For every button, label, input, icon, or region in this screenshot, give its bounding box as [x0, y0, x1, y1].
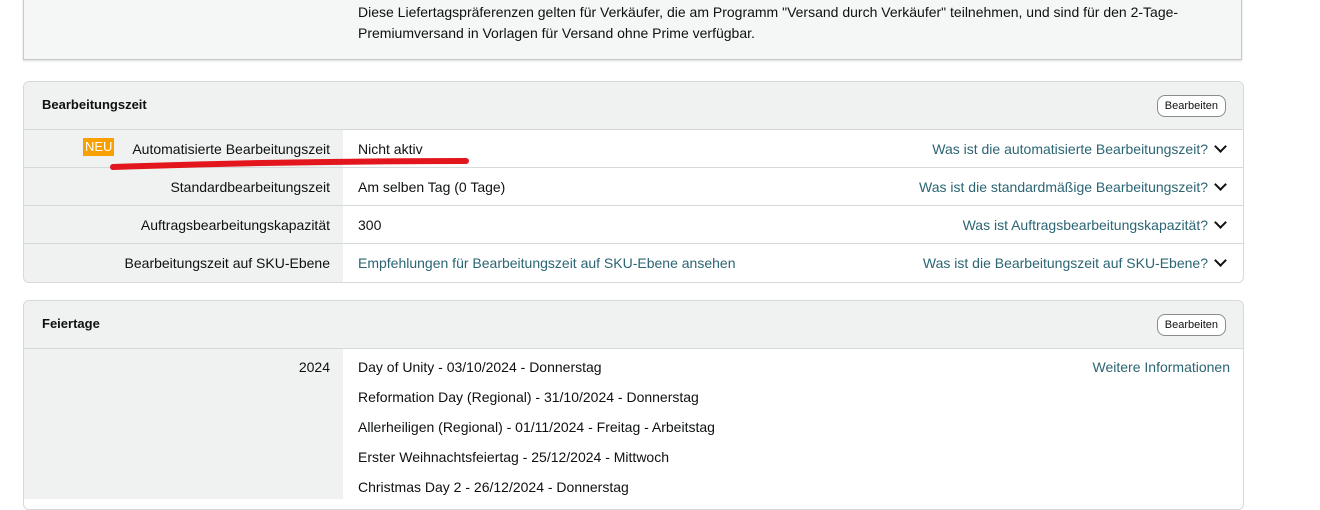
list-item: Allerheiligen (Regional) - 01/11/2024 - …	[358, 419, 715, 435]
default-processing-label: Standardbearbeitungszeit	[170, 179, 330, 195]
order-capacity-label: Auftragsbearbeitungskapazität	[140, 217, 330, 233]
holidays-header: Feiertage Bearbeiten	[24, 301, 1243, 349]
holiday-year: 2024	[298, 359, 330, 375]
default-processing-help-text: Was ist die standardmäßige Bearbeitungsz…	[919, 179, 1208, 195]
row-label-cell: Bearbeitungszeit auf SKU-Ebene	[24, 244, 343, 282]
row-default-processing: Standardbearbeitungszeit Am selben Tag (…	[24, 168, 1243, 206]
automated-processing-label: Automatisierte Bearbeitungszeit	[132, 141, 330, 157]
info-text: Diese Liefertagspräferenzen gelten für V…	[358, 4, 1179, 41]
holidays-edit-button[interactable]: Bearbeiten	[1156, 314, 1226, 336]
row-label-cell: Auftragsbearbeitungskapazität	[24, 206, 343, 243]
row-order-capacity: Auftragsbearbeitungskapazität 300 Was is…	[24, 206, 1243, 244]
info-box: Diese Liefertagspräferenzen gelten für V…	[23, 0, 1242, 60]
list-item: Erster Weihnachtsfeiertag - 25/12/2024 -…	[358, 449, 670, 465]
processing-edit-button[interactable]: Bearbeiten	[1156, 95, 1226, 117]
row-label-cell: Standardbearbeitungszeit	[24, 168, 343, 205]
holidays-title: Feiertage	[42, 316, 100, 331]
processing-time-header: Bearbeitungszeit Bearbeiten	[24, 82, 1243, 130]
automated-processing-value: Nicht aktiv	[358, 141, 423, 157]
list-item: Christmas Day 2 - 26/12/2024 - Donnersta…	[358, 479, 629, 495]
row-sku-processing: Bearbeitungszeit auf SKU-Ebene Empfehlun…	[24, 244, 1243, 282]
row-label-cell: NEU Automatisierte Bearbeitungszeit	[24, 130, 343, 167]
automated-processing-help-text: Was ist die automatisierte Bearbeitungsz…	[932, 141, 1208, 157]
sku-processing-label: Bearbeitungszeit auf SKU-Ebene	[124, 255, 330, 271]
automated-processing-help-link[interactable]: Was ist die automatisierte Bearbeitungsz…	[932, 140, 1227, 157]
processing-time-title: Bearbeitungszeit	[42, 97, 147, 112]
new-badge: NEU	[83, 138, 115, 156]
chevron-down-icon	[1214, 140, 1227, 153]
processing-time-panel: Bearbeitungszeit Bearbeiten NEU Automati…	[23, 81, 1244, 283]
order-capacity-help-link[interactable]: Was ist Auftragsbearbeitungskapazität?	[962, 216, 1227, 233]
row-automated-processing: NEU Automatisierte Bearbeitungszeit Nich…	[24, 130, 1243, 168]
holiday-year-cell: 2024	[24, 349, 343, 499]
chevron-down-icon	[1214, 254, 1227, 267]
more-info-link[interactable]: Weitere Informationen	[1093, 359, 1230, 375]
chevron-down-icon	[1214, 216, 1227, 229]
order-capacity-value: 300	[358, 217, 382, 233]
chevron-down-icon	[1214, 178, 1227, 191]
list-item: Reformation Day (Regional) - 31/10/2024 …	[358, 389, 699, 405]
list-item: Day of Unity - 03/10/2024 - Donnerstag	[358, 359, 602, 375]
holidays-panel: Feiertage Bearbeiten 2024 Day of Unity -…	[23, 300, 1244, 510]
sku-recommendations-link[interactable]: Empfehlungen für Bearbeitungszeit auf SK…	[358, 255, 735, 271]
sku-processing-help-text: Was ist die Bearbeitungszeit auf SKU-Ebe…	[922, 255, 1208, 271]
default-processing-help-link[interactable]: Was ist die standardmäßige Bearbeitungsz…	[919, 178, 1227, 195]
sku-processing-help-link[interactable]: Was ist die Bearbeitungszeit auf SKU-Ebe…	[922, 254, 1227, 271]
default-processing-value: Am selben Tag (0 Tage)	[358, 179, 506, 195]
holiday-list: Day of Unity - 03/10/2024 - Donnerstag R…	[358, 359, 715, 509]
order-capacity-help-text: Was ist Auftragsbearbeitungskapazität?	[962, 217, 1208, 233]
holidays-body: 2024 Day of Unity - 03/10/2024 - Donners…	[24, 349, 1243, 499]
